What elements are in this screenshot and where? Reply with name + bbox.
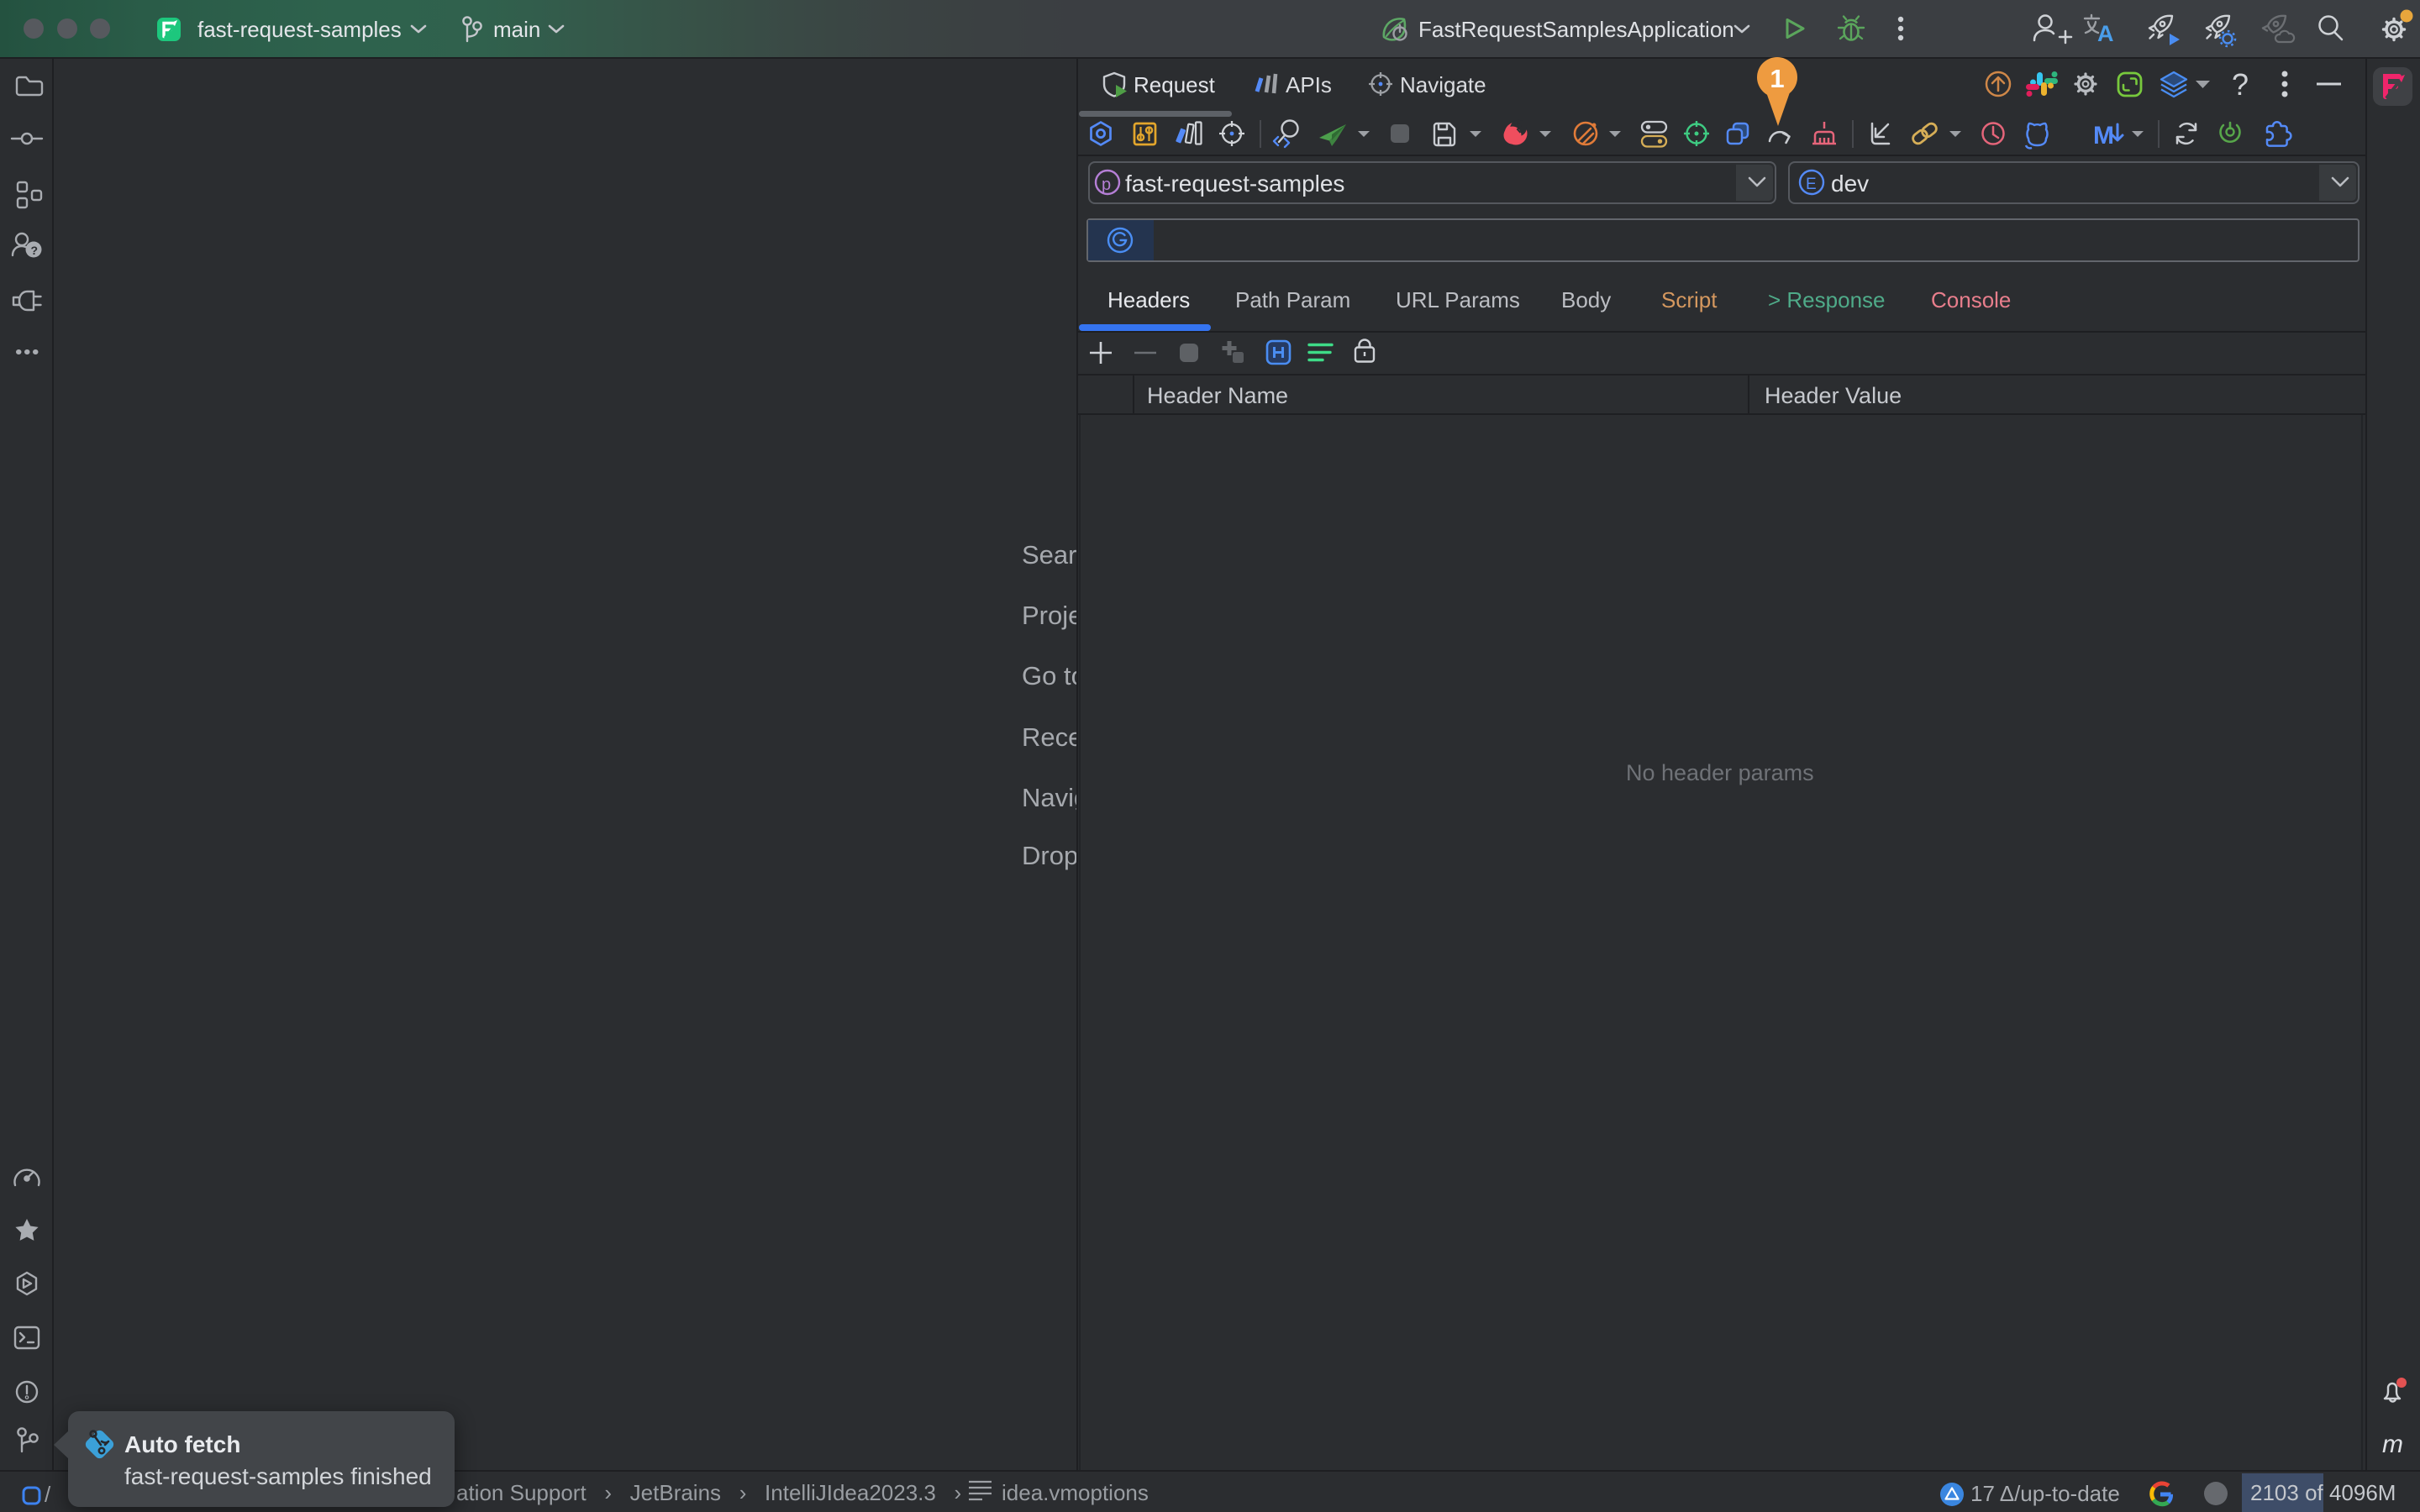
svg-text:?: ? [2232, 67, 2249, 102]
svg-text:A: A [2097, 21, 2114, 46]
svg-text:m: m [2382, 1431, 2403, 1458]
svg-text:p: p [1102, 176, 1111, 194]
svg-text:M: M [2093, 122, 2114, 150]
svg-text:E: E [1806, 176, 1817, 193]
svg-text:?: ? [31, 244, 39, 257]
